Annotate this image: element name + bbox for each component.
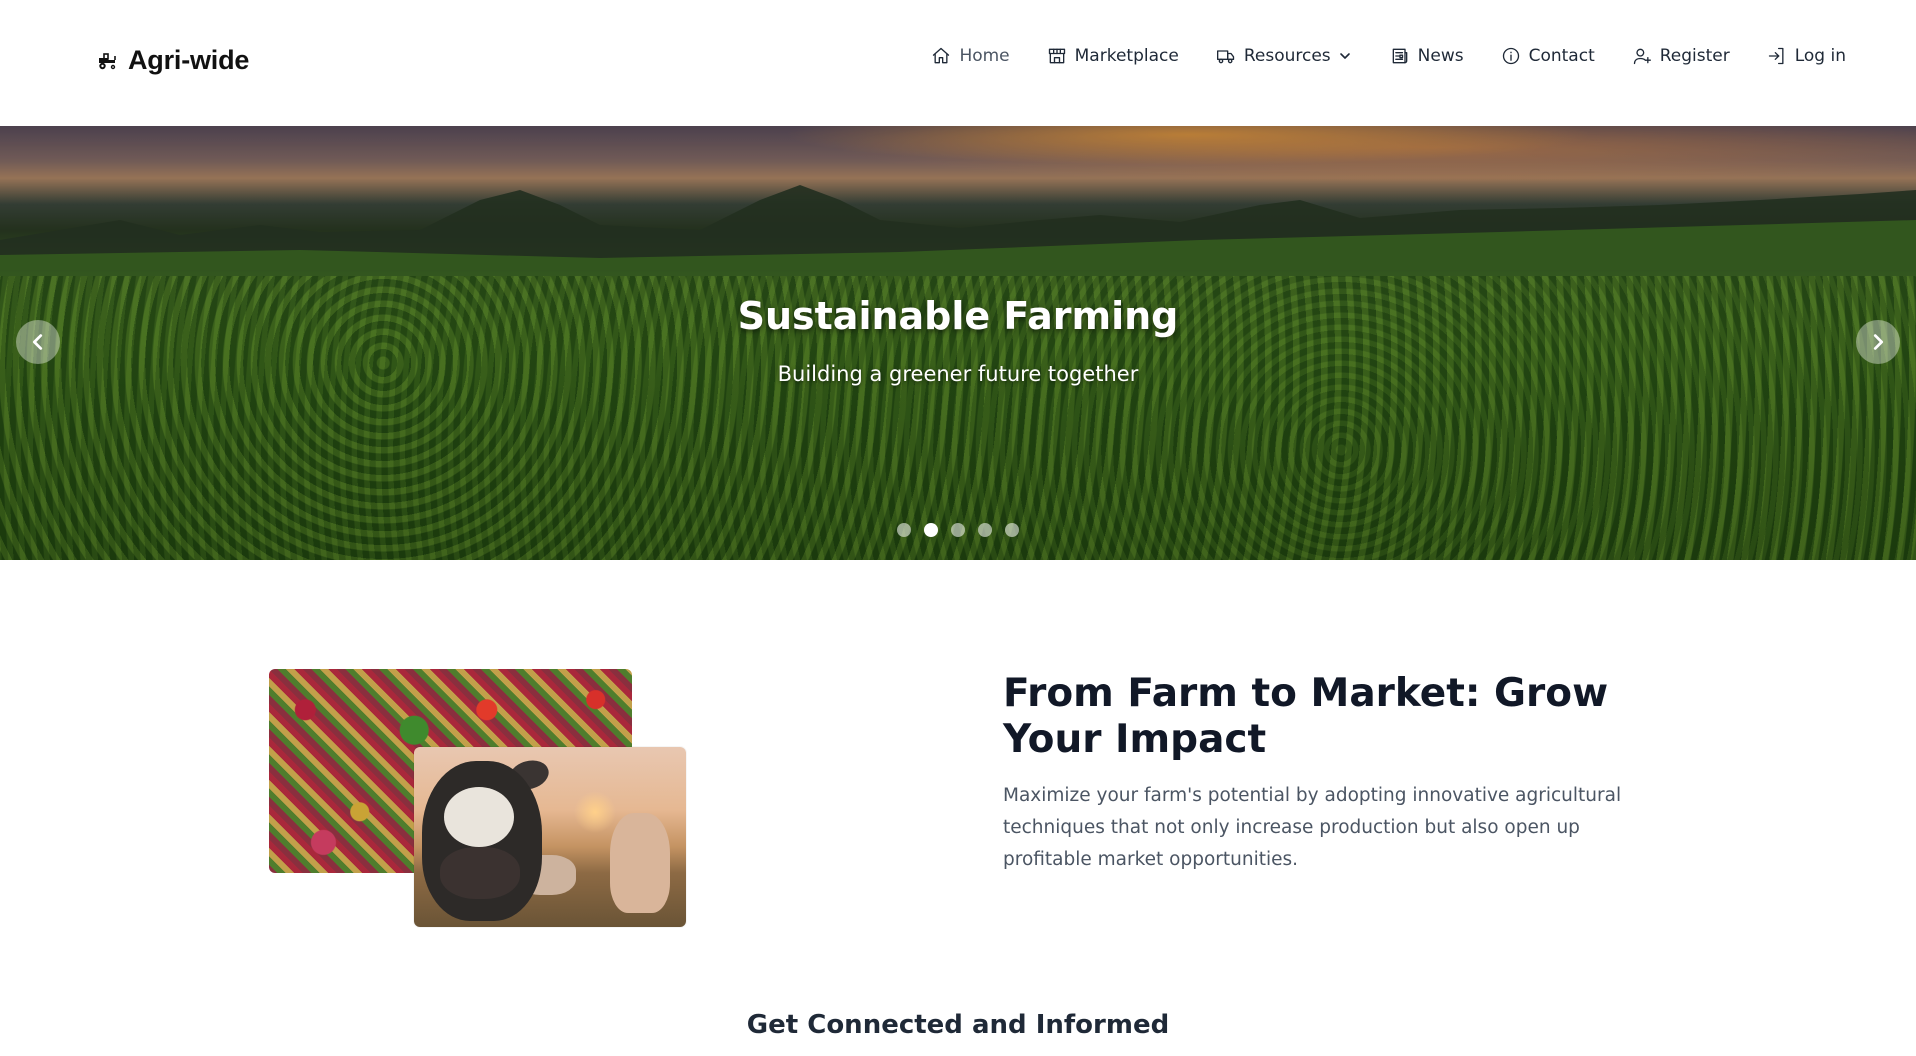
carousel-dot-3[interactable] [951,523,965,537]
nav-marketplace-label: Marketplace [1074,46,1179,66]
main-nav: Home Marketplace Resources News Contact … [894,46,1846,66]
tractor-icon [99,52,116,69]
user-plus-icon [1633,48,1651,65]
section-title: Get Connected and Informed [746,1010,1170,1040]
nav-login[interactable]: Log in [1767,46,1846,66]
cow-figure [610,813,670,913]
hero-title: Sustainable Farming [737,294,1179,338]
chevron-left-icon [32,334,43,350]
brand-logo[interactable]: Agri-wide [96,45,249,76]
hero-subtitle: Building a greener future together [777,362,1139,386]
carousel-next-button[interactable] [1856,320,1900,364]
carousel-dot-2[interactable] [924,523,938,537]
feature-title: From Farm to Market: Grow Your Impact [1003,671,1609,762]
sunset-glow [574,791,616,833]
hero-carousel: Sustainable Farming Building a greener f… [0,126,1916,560]
nav-resources[interactable]: Resources [1216,46,1353,66]
nav-register-label: Register [1659,46,1730,66]
carousel-dot-1[interactable] [897,523,911,537]
cow-nose [440,847,520,899]
chevron-down-icon [1339,53,1350,59]
nav-resources-label: Resources [1243,46,1331,66]
nav-contact-label: Contact [1528,46,1595,66]
feature-text: Maximize your farm's potential by adopti… [1003,785,1622,870]
nav-news-label: News [1417,46,1464,66]
carousel-dot-4[interactable] [978,523,992,537]
brand-name: Agri-wide [128,45,250,75]
hero-overlay [0,126,1916,560]
site-header: Agri-wide Home Marketplace Resources New… [0,0,1916,126]
home-icon [933,47,950,64]
info-icon [1502,47,1519,65]
cow-patch [444,787,514,847]
carousel-indicators [0,523,1916,537]
newspaper-icon [1392,48,1407,64]
nav-home-label: Home [959,46,1010,66]
nav-contact[interactable]: Contact [1501,46,1595,66]
store-icon [1048,48,1065,64]
nav-news[interactable]: News [1390,46,1464,66]
carousel-prev-button[interactable] [16,320,60,364]
nav-register[interactable]: Register [1632,46,1730,66]
chevron-right-icon [1873,334,1884,350]
nav-marketplace[interactable]: Marketplace [1047,46,1179,66]
login-icon [1768,47,1784,65]
nav-login-label: Log in [1794,46,1846,66]
carousel-dot-5[interactable] [1005,523,1019,537]
nav-home[interactable]: Home [931,46,1010,66]
truck-icon [1216,50,1234,64]
cattle-image [414,747,686,927]
